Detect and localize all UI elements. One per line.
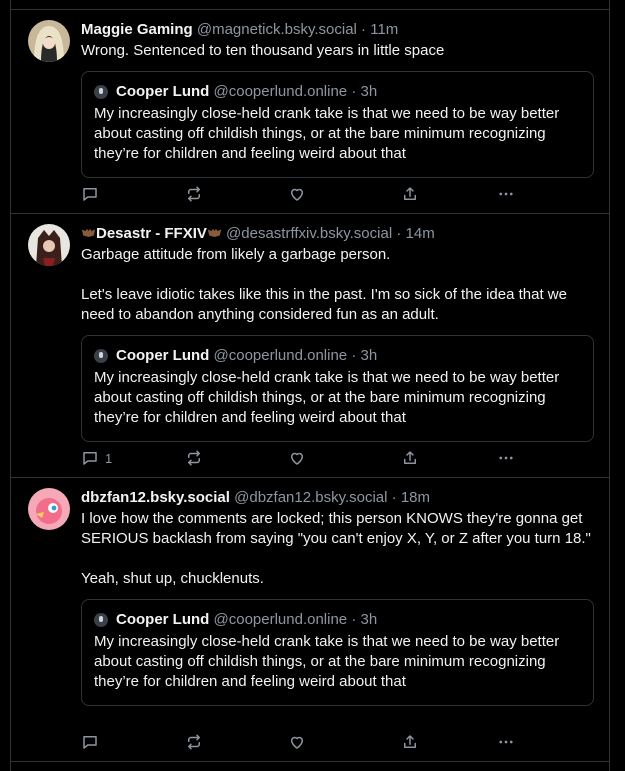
quote-time: 3h [360, 611, 378, 628]
quote-text: My increasingly close-held crank take is… [94, 105, 560, 162]
quote-time: 3h [360, 347, 378, 364]
author-handle[interactable]: @magnetick.bsky.social [197, 21, 357, 38]
reply-icon [83, 188, 97, 201]
quote-header: Cooper Lund @cooperlund.online · 3h [94, 346, 581, 366]
post-paragraph: Wrong. Sentenced to ten thousand years i… [81, 42, 445, 59]
avatar-image-icon [28, 224, 70, 266]
quote-author-name: Cooper Lund [116, 83, 210, 100]
quote-author-name: Cooper Lund [116, 347, 210, 364]
more-icon [499, 192, 513, 196]
post-paragraph: Garbage attitude from likely a garbage p… [81, 246, 391, 263]
post-actions: 1 [81, 448, 594, 468]
quote-time: 3h [360, 83, 378, 100]
more-button[interactable] [497, 448, 515, 468]
reply-button[interactable] [81, 184, 105, 204]
quoted-post[interactable]: Cooper Lund @cooperlund.online · 3h My i… [81, 599, 594, 706]
post-actions [81, 184, 594, 204]
quote-avatar [94, 349, 108, 363]
post-actions [81, 732, 594, 752]
quote-avatar [94, 613, 108, 627]
repost-button[interactable] [185, 448, 203, 468]
post-1[interactable]: Maggie Gaming @magnetick.bsky.social · 1… [11, 10, 609, 214]
repost-button[interactable] [185, 184, 203, 204]
post-2[interactable]: Desastr - FFXIV @desastrffxiv.bsky.socia… [11, 214, 609, 478]
heart-icon [291, 452, 303, 465]
repost-button[interactable] [185, 732, 203, 752]
share-icon [404, 735, 416, 748]
quoted-post[interactable]: Cooper Lund @cooperlund.online · 3h My i… [81, 71, 594, 178]
post-paragraph: Yeah, shut up, chucklenuts. [81, 570, 264, 587]
avatar-image-icon [28, 20, 70, 62]
quote-text: My increasingly close-held crank take is… [94, 369, 560, 426]
quote-author-handle: @cooperlund.online [213, 83, 348, 100]
quote-text: My increasingly close-held crank take is… [94, 633, 560, 690]
post-feed: Maggie Gaming @magnetick.bsky.social · 1… [10, 0, 610, 771]
share-button[interactable] [401, 732, 419, 752]
post-3[interactable]: dbzfan12.bsky.social @dbzfan12.bsky.soci… [11, 478, 609, 762]
avatar[interactable] [28, 224, 70, 266]
heart-icon [291, 736, 303, 749]
quote-author-handle: @cooperlund.online [213, 347, 348, 364]
repost-icon [188, 734, 200, 750]
like-button[interactable] [288, 732, 306, 752]
share-button[interactable] [401, 448, 419, 468]
quote-author-name: Cooper Lund [116, 611, 210, 628]
post-text: I love how the comments are locked; this… [81, 509, 594, 589]
post-paragraph: I love how the comments are locked; this… [81, 510, 591, 547]
post-time[interactable]: 14m [406, 225, 435, 242]
reply-icon [83, 736, 97, 749]
avatar[interactable] [28, 20, 70, 62]
share-icon [404, 187, 416, 200]
post-paragraph: Let's leave idiotic takes like this in t… [81, 286, 567, 323]
quote-separator: · [351, 611, 357, 628]
heart-icon [291, 188, 303, 201]
quote-separator: · [351, 347, 357, 364]
quoted-post[interactable]: Cooper Lund @cooperlund.online · 3h My i… [81, 335, 594, 442]
post-time[interactable]: 18m [401, 489, 430, 506]
author-handle[interactable]: @dbzfan12.bsky.social [234, 489, 387, 506]
reply-icon [83, 452, 97, 465]
author-name[interactable]: Maggie Gaming [81, 21, 193, 38]
post-time[interactable]: 11m [370, 21, 398, 38]
more-button[interactable] [497, 184, 515, 204]
post-text: Wrong. Sentenced to ten thousand years i… [81, 41, 594, 61]
post-header: Desastr - FFXIV @desastrffxiv.bsky.socia… [81, 224, 594, 244]
quote-header: Cooper Lund @cooperlund.online · 3h [94, 82, 581, 102]
bat-emoji-icon [207, 228, 222, 237]
avatar-image-icon [28, 488, 70, 530]
separator: · [396, 225, 402, 242]
more-icon [499, 456, 513, 460]
reply-button[interactable] [81, 732, 105, 752]
quote-avatar [94, 85, 108, 99]
separator: · [391, 489, 397, 506]
repost-icon [188, 186, 200, 202]
avatar[interactable] [28, 488, 70, 530]
post-text: Garbage attitude from likely a garbage p… [81, 245, 594, 325]
like-button[interactable] [288, 448, 306, 468]
quote-separator: · [351, 83, 357, 100]
like-button[interactable] [288, 184, 306, 204]
share-icon [404, 451, 416, 464]
share-button[interactable] [401, 184, 419, 204]
quote-header: Cooper Lund @cooperlund.online · 3h [94, 610, 581, 630]
reply-count: 1 [105, 450, 113, 466]
author-name[interactable]: dbzfan12.bsky.social [81, 489, 230, 506]
bat-emoji-icon [81, 228, 96, 237]
author-name[interactable]: Desastr - FFXIV [96, 225, 207, 242]
post-header: dbzfan12.bsky.social @dbzfan12.bsky.soci… [81, 488, 594, 508]
more-icon [499, 740, 513, 744]
author-handle[interactable]: @desastrffxiv.bsky.social [226, 225, 392, 242]
post-header: Maggie Gaming @magnetick.bsky.social · 1… [81, 20, 594, 40]
repost-icon [188, 450, 200, 466]
quote-author-handle: @cooperlund.online [213, 611, 348, 628]
reply-button[interactable]: 1 [81, 448, 112, 468]
more-button[interactable] [497, 732, 515, 752]
separator: · [361, 21, 367, 38]
